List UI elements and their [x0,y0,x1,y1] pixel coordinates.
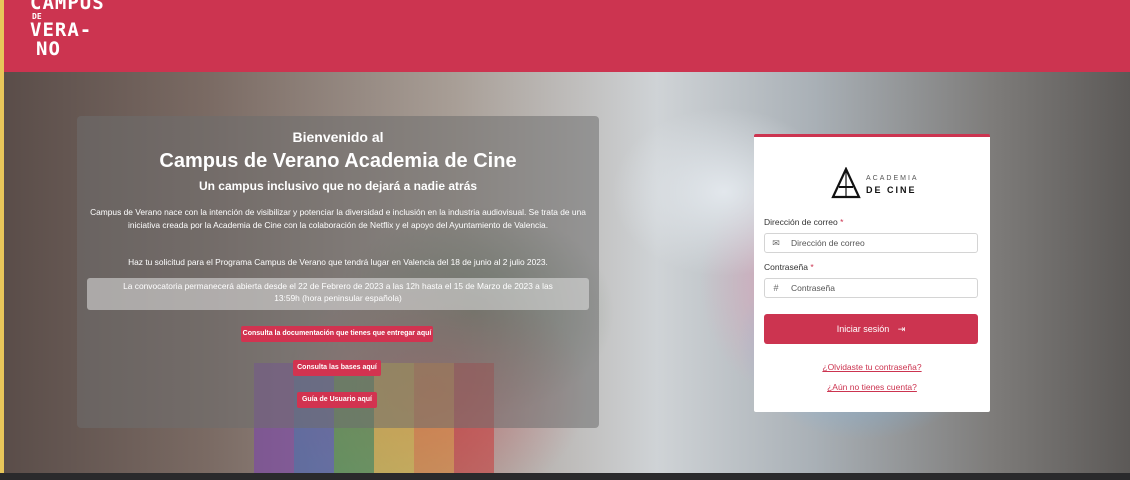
email-label: Dirección de correo * [764,217,843,227]
email-field[interactable]: ✉ [764,233,978,253]
top-header: CAMPUS DE VERA- NO [0,0,1130,72]
email-label-text: Dirección de correo [764,217,838,227]
brand-de-cine-text: DE CINE [866,185,917,195]
password-label: Contraseña * [764,262,814,272]
welcome-subtitle: Un campus inclusivo que no dejará a nadi… [198,179,478,193]
email-required-mark: * [840,217,844,227]
campus-de-verano-logo[interactable]: CAMPUS DE VERA- NO [30,0,105,60]
password-required-mark: * [810,262,814,272]
password-input[interactable] [791,280,971,296]
application-window-notice: La convocatoria permanecerá abierta desd… [87,278,589,310]
forgot-password-link[interactable]: ¿Olvidaste tu contraseña? [754,362,990,372]
password-field[interactable]: # [764,278,978,298]
brand-academia-text: ACADEMIA [866,175,919,182]
welcome-greeting: Bienvenido al [292,129,384,145]
login-card: ACADEMIA DE CINE Dirección de correo * ✉… [754,134,990,412]
documentation-button[interactable]: Consulta la documentación que tienes que… [241,326,433,342]
user-guide-button[interactable]: Guía de Usuario aquí [297,392,377,408]
logo-line-4: NO [36,38,61,60]
register-link[interactable]: ¿Aún no tienes cuenta? [754,382,990,392]
welcome-title: Campus de Verano Academia de Cine [159,150,517,172]
bases-button[interactable]: Consulta las bases aquí [293,360,381,376]
envelope-icon: ✉ [772,238,780,248]
login-submit-button[interactable]: Iniciar sesión ⇥ [764,314,978,344]
welcome-description: Campus de Verano nace con la intención d… [90,207,586,230]
bottom-bar [0,473,1130,480]
academia-a-logo-icon [831,167,861,199]
welcome-panel: Bienvenido al Campus de Verano Academia … [77,116,599,428]
password-label-text: Contraseña [764,262,808,272]
program-dates: Haz tu solicitud para el Programa Campus… [128,257,548,267]
academia-de-cine-logo: ACADEMIA DE CINE [830,167,920,201]
login-submit-label: Iniciar sesión [836,324,890,334]
hash-icon: # [773,283,779,293]
email-input[interactable] [791,235,971,251]
sign-in-icon: ⇥ [897,324,906,334]
